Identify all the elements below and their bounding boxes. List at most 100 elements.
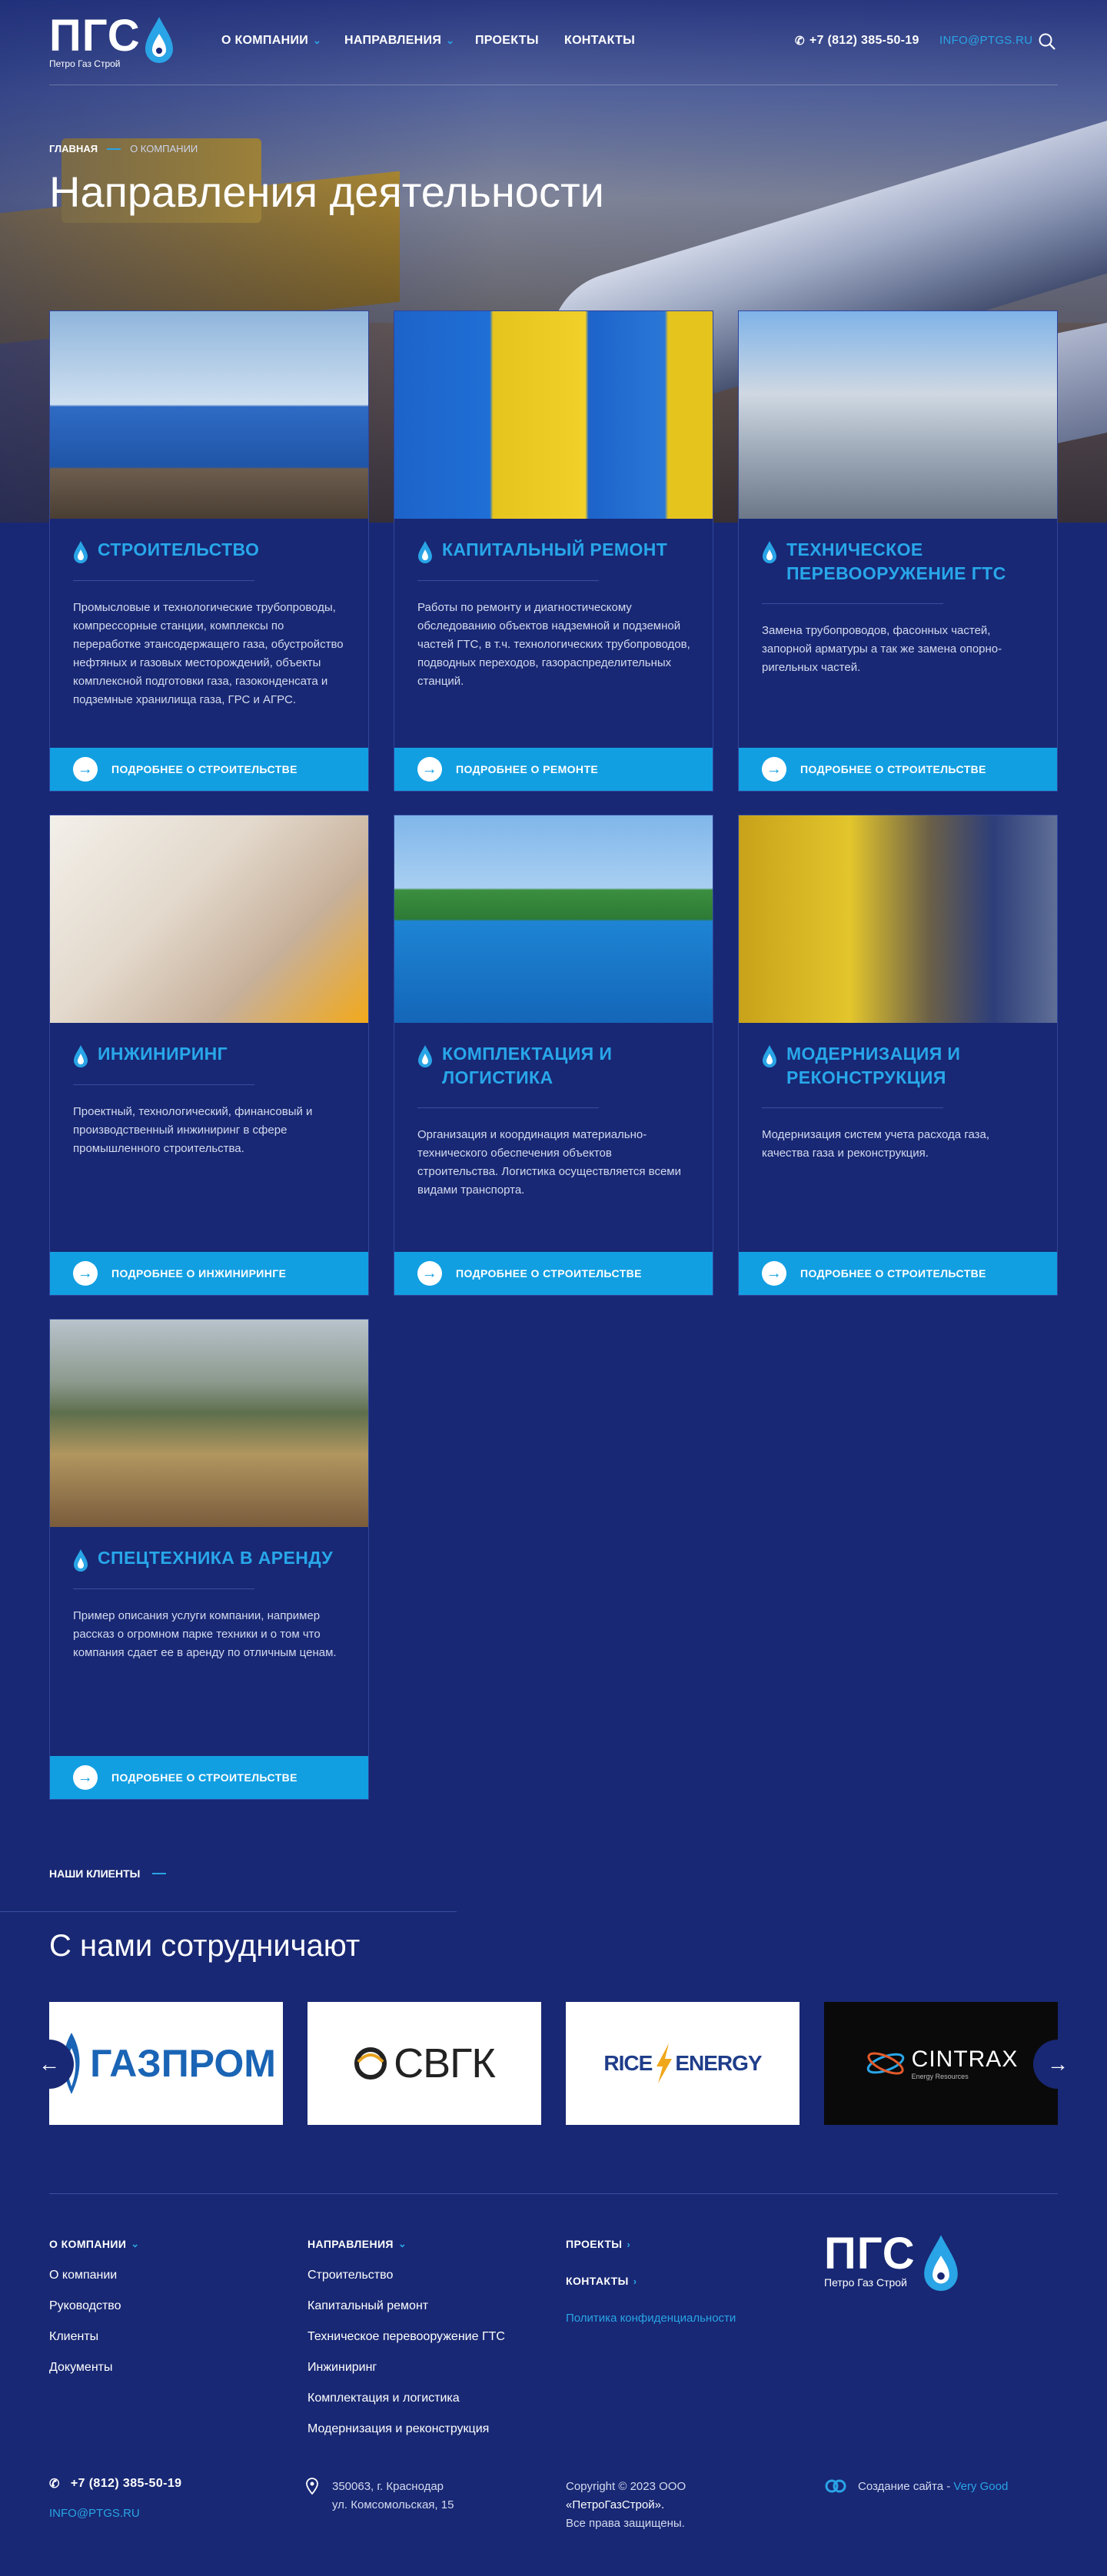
card-more-button[interactable]: → ПОДРОБНЕЕ О РЕМОНТЕ [394, 748, 713, 791]
engineer-gauges-photo[interactable] [739, 815, 1057, 1023]
nav-projects[interactable]: ПРОЕКТЫ [475, 34, 539, 48]
chevron-right-icon: › [633, 2275, 637, 2287]
footer-directions-head[interactable]: НАПРАВЛЕНИЯ ⌄ [308, 2238, 407, 2250]
carousel-prev-button[interactable]: ← [25, 2040, 74, 2089]
direction-card[interactable]: КОМПЛЕКТАЦИЯ И ЛОГИСТИКА Организация и к… [394, 815, 713, 1296]
blue-tank-truck-photo[interactable] [394, 815, 713, 1023]
engineering-drawings-photo[interactable] [50, 815, 368, 1023]
footer-logo-text: ПГС [824, 2229, 916, 2279]
cintrax-wordmark: CINTRAX [911, 2047, 1019, 2072]
card-title[interactable]: СТРОИТЕЛЬСТВО [98, 538, 351, 562]
footer-link[interactable]: Капитальный ремонт [308, 2299, 428, 2313]
construction-site-photo[interactable] [50, 311, 368, 519]
client-logo-rice-energy[interactable]: RICE ENERGY [566, 2002, 800, 2125]
card-more-button[interactable]: → ПОДРОБНЕЕ О СТРОИТЕЛЬСТВЕ [739, 1252, 1057, 1295]
direction-card[interactable]: СТРОИТЕЛЬСТВО Промысловые и технологичес… [49, 310, 369, 792]
yellow-blue-valves-photo[interactable] [394, 311, 713, 519]
direction-card[interactable]: ИНЖИНИРИНГ Проектный, технологический, ф… [49, 815, 369, 1296]
rice-wordmark: RICE [603, 2051, 653, 2075]
footer-link[interactable]: Инжиниринг [308, 2361, 377, 2375]
card-description: Замена трубопроводов, фасонных частей, з… [762, 624, 1002, 674]
direction-card[interactable]: ТЕХНИЧЕСКОЕ ПЕРЕВООРУЖЕНИЕ ГТС Замена тр… [738, 310, 1058, 792]
card-divider [762, 1107, 943, 1108]
card-description: Промысловые и технологические трубопрово… [73, 601, 344, 706]
direction-card[interactable]: МОДЕРНИЗАЦИЯ И РЕКОНСТРУКЦИЯ Модернизаци… [738, 815, 1058, 1296]
logo-text: ПГС [49, 11, 141, 61]
footer-contacts-label: КОНТАКТЫ [566, 2275, 629, 2287]
clients-title: С нами сотрудничают [49, 1929, 361, 1963]
clients-label-text: НАШИ КЛИЕНТЫ [49, 1867, 141, 1880]
excavator-photo[interactable] [50, 1320, 368, 1527]
footer-link[interactable]: Строительство [308, 2269, 393, 2282]
header-phone-text: +7 (812) 385-50-19 [809, 34, 919, 47]
footer-phone[interactable]: ✆ +7 (812) 385-50-19 [49, 2476, 181, 2491]
direction-card[interactable]: КАПИТАЛЬНЫЙ РЕМОНТ Работы по ремонту и д… [394, 310, 713, 792]
footer-copyright-line2: «ПетроГазСтрой». [566, 2498, 665, 2511]
card-title[interactable]: МОДЕРНИЗАЦИЯ И РЕКОНСТРУКЦИЯ [786, 1042, 1040, 1090]
footer-logo[interactable]: ПГС Петро Газ Строй [824, 2229, 962, 2295]
footer-link[interactable]: О компании [49, 2269, 117, 2282]
made-by-link[interactable]: Very Good [953, 2480, 1008, 2493]
footer-address: 350063, г. Краснодар ул. Комсомольская, … [332, 2478, 454, 2515]
card-title[interactable]: КОМПЛЕКТАЦИЯ И ЛОГИСТИКА [442, 1042, 696, 1090]
rice-flame-icon [657, 2043, 673, 2083]
footer-link[interactable]: Модернизация и реконструкция [308, 2422, 489, 2436]
nav-directions[interactable]: НАПРАВЛЕНИЯ ⌄ [344, 34, 454, 48]
card-description: Проектный, технологический, финансовый и… [73, 1105, 313, 1155]
card-divider [417, 580, 599, 581]
footer-divider [49, 2193, 1058, 2194]
arrow-right-icon: → [1047, 2052, 1069, 2076]
footer-email[interactable]: INFO@PTGS.RU [49, 2507, 140, 2520]
gazprom-wordmark: ГАЗПРОМ [90, 2042, 276, 2085]
breadcrumb-separator [107, 148, 121, 150]
page-title: Направления деятельности [49, 168, 604, 216]
footer-projects-link[interactable]: ПРОЕКТЫ › [566, 2238, 630, 2250]
nav-about[interactable]: О КОМПАНИИ ⌄ [221, 34, 321, 48]
footer-link[interactable]: Комплектация и логистика [308, 2392, 460, 2405]
arrow-right-icon: → [73, 1261, 98, 1286]
client-logo-gazprom[interactable]: ГАЗПРОМ [49, 2002, 283, 2125]
card-title[interactable]: СПЕЦТЕХНИКА В АРЕНДУ [98, 1546, 351, 1570]
nav-directions-label: НАПРАВЛЕНИЯ [344, 34, 442, 47]
chevron-down-icon: ⌄ [313, 35, 322, 46]
card-more-label: ПОДРОБНЕЕ О СТРОИТЕЛЬСТВЕ [800, 763, 986, 775]
card-more-button[interactable]: → ПОДРОБНЕЕ О ИНЖИНИРИНГЕ [50, 1252, 368, 1295]
search-icon[interactable] [1038, 32, 1056, 51]
card-more-button[interactable]: → ПОДРОБНЕЕ О СТРОИТЕЛЬСТВЕ [394, 1252, 713, 1295]
card-title[interactable]: КАПИТАЛЬНЫЙ РЕМОНТ [442, 538, 696, 562]
nav-contacts[interactable]: КОНТАКТЫ [564, 34, 635, 48]
flame-drop-icon [74, 1549, 88, 1572]
footer-about-head[interactable]: О КОМПАНИИ ⌄ [49, 2238, 140, 2250]
footer-link[interactable]: Руководство [49, 2299, 121, 2313]
card-title[interactable]: ТЕХНИЧЕСКОЕ ПЕРЕВООРУЖЕНИЕ ГТС [786, 538, 1040, 586]
flame-drop-icon [74, 541, 88, 563]
card-divider [73, 1084, 254, 1085]
made-by-label: Создание сайта - [858, 2479, 954, 2493]
footer-about-head-label: О КОМПАНИИ [49, 2238, 127, 2250]
header-email[interactable]: INFO@PTGS.RU [939, 34, 1032, 47]
card-more-label: ПОДРОБНЕЕ О ИНЖИНИРИНГЕ [111, 1267, 287, 1280]
header-phone[interactable]: ✆ +7 (812) 385-50-19 [795, 34, 919, 48]
site-logo[interactable]: ПГС Петро Газ Строй [49, 11, 175, 69]
footer-privacy-link[interactable]: Политика конфиденциальности [566, 2312, 736, 2325]
footer-link[interactable]: Техническое перевооружение ГТС [308, 2330, 505, 2344]
card-more-button[interactable]: → ПОДРОБНЕЕ О СТРОИТЕЛЬСТВЕ [739, 748, 1057, 791]
arrow-right-icon: → [762, 757, 786, 782]
flame-drop-icon [763, 541, 776, 563]
card-more-button[interactable]: → ПОДРОБНЕЕ О СТРОИТЕЛЬСТВЕ [50, 748, 368, 791]
breadcrumb-home[interactable]: ГЛАВНАЯ [49, 143, 98, 154]
cintrax-tagline: Energy Resources [911, 2073, 969, 2080]
carousel-next-button[interactable]: → [1033, 2040, 1082, 2089]
client-logo-cintrax[interactable]: CINTRAX Energy Resources [824, 2002, 1058, 2125]
card-title[interactable]: ИНЖИНИРИНГ [98, 1042, 351, 1066]
footer-link[interactable]: Документы [49, 2361, 112, 2375]
card-description: Модернизация систем учета расхода газа, … [762, 1128, 990, 1160]
direction-card[interactable]: СПЕЦТЕХНИКА В АРЕНДУ Пример описания усл… [49, 1319, 369, 1800]
flame-drop-icon [923, 2235, 958, 2292]
client-logo-svgk[interactable]: СВГК [308, 2002, 541, 2125]
card-more-button[interactable]: → ПОДРОБНЕЕ О СТРОИТЕЛЬСТВЕ [50, 1756, 368, 1799]
footer-contacts-link[interactable]: КОНТАКТЫ › [566, 2275, 637, 2287]
workers-pipes-photo[interactable] [739, 311, 1057, 519]
footer-link[interactable]: Клиенты [49, 2330, 98, 2344]
svgk-ring-icon [354, 2047, 387, 2080]
